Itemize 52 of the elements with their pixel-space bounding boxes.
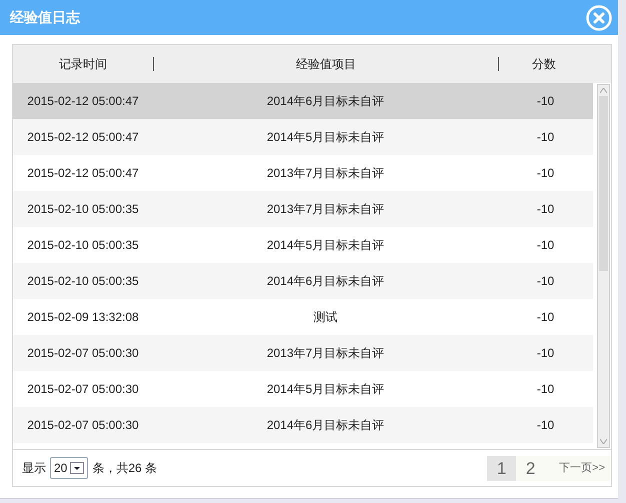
page-button[interactable]: 1 bbox=[487, 456, 516, 480]
column-header: 记录时间 bbox=[58, 56, 108, 73]
table-cell-text: 2014年5月目标未自评 bbox=[266, 237, 386, 254]
scrollbar[interactable] bbox=[597, 84, 610, 448]
table-cell-text: 2015-02-12 05:00:47 bbox=[26, 129, 140, 146]
table-cell-text: 2015-02-07 05:00:30 bbox=[26, 345, 140, 362]
table-cell-text: -10 bbox=[536, 201, 556, 218]
table-cell-text: 2014年5月目标未自评 bbox=[266, 381, 386, 398]
table-cell-text: -10 bbox=[536, 273, 556, 290]
next-page-button[interactable]: 下一页>> bbox=[545, 456, 611, 480]
close-icon[interactable] bbox=[586, 4, 612, 30]
table-row[interactable]: 2015-02-12 05:00:47 2014年6月目标未自评 -10 bbox=[13, 83, 593, 119]
table-row[interactable]: 2015-02-07 05:00:30 2013年7月目标未自评 -10 bbox=[13, 335, 593, 371]
table-cell-text: 2015-02-10 05:00:35 bbox=[26, 237, 140, 254]
table-cell-text: -10 bbox=[536, 237, 556, 254]
table-row[interactable]: 2015-02-10 05:00:35 2014年6月目标未自评 -10 bbox=[13, 263, 593, 299]
table-cell-text: -10 bbox=[536, 345, 556, 362]
table-row[interactable]: 2015-02-10 05:00:35 2013年7月目标未自评 -10 bbox=[13, 191, 593, 227]
scroll-thumb[interactable] bbox=[599, 96, 608, 271]
table-cell-text: 2015-02-12 05:00:47 bbox=[26, 93, 140, 110]
column-header: 分数 bbox=[531, 56, 557, 73]
table-cell-text: 2014年5月目标未自评 bbox=[266, 129, 386, 146]
table-cell-text: -10 bbox=[536, 309, 556, 326]
table-cell-text: 2013年7月目标未自评 bbox=[266, 165, 386, 182]
page-size-select[interactable]: 20 bbox=[50, 457, 88, 479]
table-cell-text: 2013年7月目标未自评 bbox=[266, 201, 386, 218]
table-cell-text: 2014年6月目标未自评 bbox=[266, 273, 386, 290]
window-title: 经验值日志 bbox=[10, 8, 80, 27]
table-cell-text: -10 bbox=[536, 381, 556, 398]
table-cell-text: -10 bbox=[536, 417, 556, 434]
table-cell-text: -10 bbox=[536, 129, 556, 146]
show-label: 显示 bbox=[22, 460, 46, 477]
table-cell-text: 2015-02-09 13:32:08 bbox=[26, 309, 140, 326]
table-cell-text: 测试 bbox=[312, 309, 338, 326]
table-cell-text: 2013年7月目标未自评 bbox=[266, 345, 386, 362]
table-cell-text: 2015-02-07 05:00:30 bbox=[26, 381, 140, 398]
table-cell-text: 2015-02-10 05:00:35 bbox=[26, 201, 140, 218]
table-cell-text: 2015-02-10 05:00:35 bbox=[26, 273, 140, 290]
total-count: 条，共26 条 bbox=[92, 460, 158, 477]
scroll-down-icon[interactable] bbox=[600, 439, 607, 444]
page-button[interactable]: 2 bbox=[516, 456, 546, 480]
table-cell-text: 2014年6月目标未自评 bbox=[266, 417, 386, 434]
table-cell-text: 2015-02-12 05:00:47 bbox=[26, 165, 140, 182]
dropdown-icon bbox=[70, 462, 84, 474]
table-cell-text: -10 bbox=[536, 165, 556, 182]
table-cell-text: -10 bbox=[536, 93, 556, 110]
scroll-up-icon[interactable] bbox=[600, 88, 607, 93]
table-row[interactable]: 2015-02-12 05:00:47 2014年5月目标未自评 -10 bbox=[13, 119, 593, 155]
table-cell-text: 2014年6月目标未自评 bbox=[266, 93, 386, 110]
table-row[interactable]: 2015-02-07 05:00:30 2014年6月目标未自评 -10 bbox=[13, 407, 593, 443]
column-header: 经验值项目 bbox=[295, 56, 357, 73]
table-cell-text: 2015-02-07 05:00:30 bbox=[26, 417, 140, 434]
